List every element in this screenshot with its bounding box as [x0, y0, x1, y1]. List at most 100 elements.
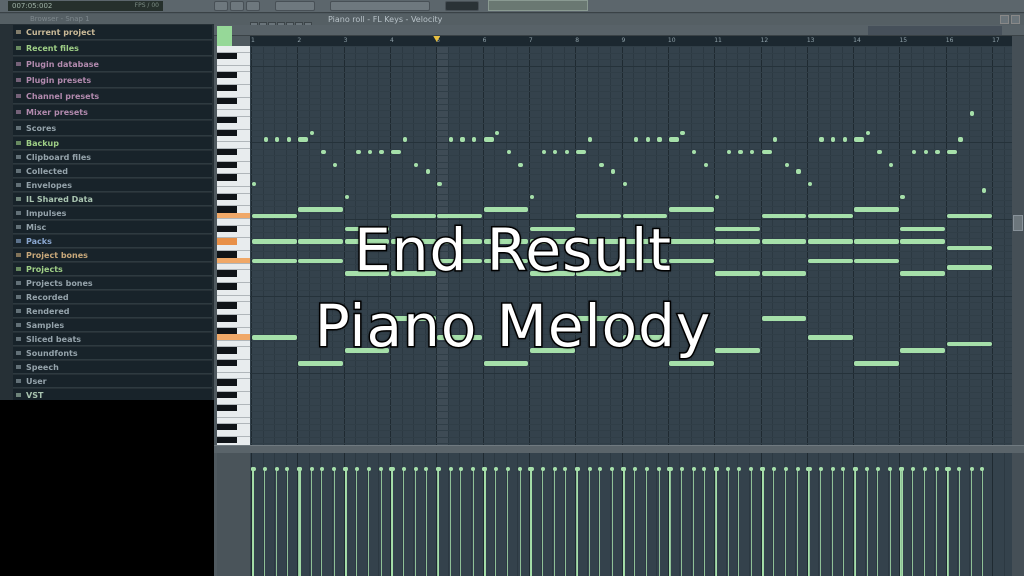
velocity-handle[interactable]	[413, 467, 418, 471]
tempo-display[interactable]	[275, 1, 315, 11]
note[interactable]	[587, 137, 593, 142]
velocity-stem[interactable]	[450, 469, 452, 576]
note[interactable]	[773, 137, 778, 142]
velocity-handle[interactable]	[448, 467, 453, 471]
note[interactable]	[668, 361, 714, 366]
note[interactable]	[854, 137, 865, 142]
velocity-handle[interactable]	[702, 467, 707, 471]
timeline-ruler[interactable]: 1 2 3 4 5 6 7 8 9 10 11 12 13 14 15 16 17	[250, 36, 1012, 46]
velocity-handle[interactable]	[298, 467, 303, 471]
note[interactable]	[448, 137, 454, 142]
velocity-handle[interactable]	[714, 467, 719, 471]
browser-item-misc[interactable]: Misc	[13, 221, 212, 234]
velocity-stem[interactable]	[495, 469, 497, 576]
note[interactable]	[946, 341, 992, 347]
velocity-stem[interactable]	[507, 469, 509, 576]
velocity-stem[interactable]	[311, 469, 313, 576]
note[interactable]	[842, 137, 847, 142]
note[interactable]	[865, 130, 871, 136]
note[interactable]	[854, 239, 899, 244]
velocity-stem[interactable]	[519, 469, 521, 576]
velocity-handle[interactable]	[667, 467, 672, 471]
velocity-handle[interactable]	[910, 467, 915, 471]
velocity-stem[interactable]	[658, 469, 660, 576]
velocity-handle[interactable]	[518, 467, 523, 471]
note[interactable]	[576, 149, 587, 155]
velocity-stem[interactable]	[554, 469, 556, 576]
browser-item-plugin-presets[interactable]: Plugin presets	[13, 73, 212, 88]
browser-item-il-shared-data[interactable]: IL Shared Data	[13, 193, 212, 206]
velocity-handle[interactable]	[783, 467, 788, 471]
velocity-handle[interactable]	[401, 467, 406, 471]
note[interactable]	[657, 137, 662, 142]
note[interactable]	[390, 149, 402, 155]
velocity-handle[interactable]	[760, 467, 765, 471]
velocity-handle[interactable]	[587, 467, 592, 471]
velocity-stem[interactable]	[611, 469, 613, 576]
velocity-stem[interactable]	[877, 469, 879, 576]
velocity-stem[interactable]	[380, 469, 382, 576]
note[interactable]	[854, 258, 899, 264]
velocity-stem[interactable]	[889, 469, 891, 576]
velocity-handle[interactable]	[795, 467, 800, 471]
browser-item-collected[interactable]: Collected	[13, 165, 212, 178]
note[interactable]	[263, 137, 268, 142]
note[interactable]	[738, 149, 743, 155]
note[interactable]	[969, 111, 975, 116]
note[interactable]	[946, 149, 957, 155]
velocity-stem[interactable]	[820, 469, 822, 576]
note[interactable]	[958, 137, 963, 142]
note[interactable]	[321, 149, 326, 155]
note[interactable]	[888, 162, 894, 168]
piano-roll-titlebar[interactable]: Piano roll - FL Keys - Velocity	[214, 14, 1024, 25]
velocity-stem[interactable]	[403, 469, 405, 576]
velocity-stem[interactable]	[415, 469, 417, 576]
velocity-handle[interactable]	[563, 467, 568, 471]
velocity-stem[interactable]	[762, 469, 764, 576]
velocity-stem[interactable]	[797, 469, 799, 576]
browser-item-projects-bones[interactable]: Projects bones	[13, 277, 212, 290]
target-channel-swatch[interactable]	[217, 26, 232, 46]
note[interactable]	[356, 149, 361, 155]
note[interactable]	[379, 149, 384, 155]
note[interactable]	[854, 361, 899, 366]
detach-icon[interactable]	[1000, 15, 1009, 24]
velocity-stem[interactable]	[460, 469, 462, 576]
velocity-stem[interactable]	[738, 469, 740, 576]
velocity-handle[interactable]	[771, 467, 776, 471]
velocity-stem[interactable]	[391, 469, 393, 576]
velocity-scrollbar[interactable]	[1012, 453, 1024, 576]
velocity-stem[interactable]	[761, 469, 763, 576]
vertical-scroll-thumb[interactable]	[1013, 215, 1023, 231]
velocity-handle[interactable]	[853, 467, 858, 471]
velocity-stem[interactable]	[912, 469, 914, 576]
velocity-stem[interactable]	[693, 469, 695, 576]
velocity-stem[interactable]	[299, 469, 301, 576]
note[interactable]	[506, 149, 512, 155]
note[interactable]	[807, 239, 853, 244]
velocity-handle[interactable]	[657, 467, 661, 471]
note[interactable]	[367, 149, 373, 155]
note[interactable]	[344, 194, 349, 200]
note[interactable]	[309, 130, 315, 136]
velocity-handle[interactable]	[552, 467, 557, 471]
note[interactable]	[610, 169, 616, 174]
browser-item-channel-presets[interactable]: Channel presets	[13, 89, 212, 104]
velocity-stem[interactable]	[483, 469, 485, 576]
velocity-stem[interactable]	[669, 469, 671, 576]
note[interactable]	[819, 137, 824, 142]
velocity-stem[interactable]	[530, 469, 532, 576]
velocity-stem[interactable]	[681, 469, 683, 576]
note[interactable]	[680, 130, 685, 136]
velocity-stem[interactable]	[438, 469, 440, 576]
velocity-stem[interactable]	[634, 469, 636, 576]
velocity-stem[interactable]	[344, 469, 346, 576]
velocity-handle[interactable]	[841, 467, 846, 471]
pane-divider[interactable]	[214, 445, 1024, 453]
note[interactable]	[483, 361, 529, 366]
velocity-handle[interactable]	[679, 467, 684, 471]
note[interactable]	[425, 169, 430, 174]
note[interactable]	[796, 169, 801, 174]
velocity-handle[interactable]	[922, 467, 927, 471]
velocity-handle[interactable]	[597, 467, 602, 471]
